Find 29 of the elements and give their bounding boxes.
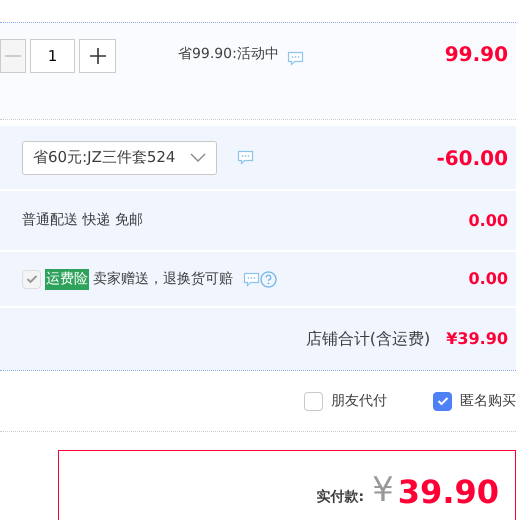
insurance-tag: 运费险 bbox=[45, 268, 89, 290]
amount: 0.00 bbox=[468, 210, 508, 232]
check-icon bbox=[26, 274, 38, 284]
chat-icon bbox=[286, 50, 304, 67]
amount: -60.00 bbox=[436, 144, 508, 172]
checkbox[interactable] bbox=[304, 392, 323, 410]
minus-icon bbox=[5, 55, 21, 57]
item-price: 99.90 bbox=[444, 41, 508, 68]
promo-text: 省99.90:活动中 bbox=[178, 45, 279, 64]
quantity-field[interactable]: 1 bbox=[30, 39, 75, 73]
increase-button[interactable] bbox=[79, 39, 116, 73]
option-label: 匿名购买 bbox=[460, 392, 516, 410]
checkbox[interactable] bbox=[433, 392, 452, 410]
chat-icon bbox=[237, 149, 254, 166]
payment-label: 实付款: bbox=[316, 488, 364, 507]
store-total-amount: ¥39.90 bbox=[446, 328, 508, 350]
plus-icon bbox=[90, 48, 106, 64]
currency-symbol: ¥ bbox=[372, 469, 394, 512]
store-total-label: 店铺合计(含运费) bbox=[306, 328, 430, 350]
amount: 0.00 bbox=[468, 268, 508, 290]
option-label: 朋友代付 bbox=[331, 392, 387, 410]
check-icon bbox=[436, 396, 448, 406]
shipping-text: 普通配送 快递 免邮 bbox=[22, 211, 143, 230]
chat-icon bbox=[243, 270, 260, 288]
caret-icon bbox=[190, 152, 206, 162]
payment-amount: 39.90 bbox=[398, 472, 499, 513]
help-icon bbox=[260, 270, 277, 288]
insurance-text: 卖家赠送，退换货可赔 bbox=[93, 270, 233, 288]
promo-select[interactable]: 省60元:JZ三件套524 bbox=[22, 140, 217, 174]
